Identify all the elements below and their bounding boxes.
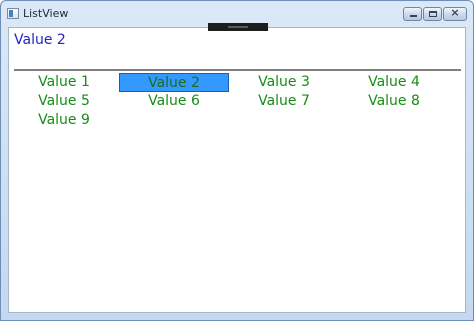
list-item[interactable]: Value 9 [9, 111, 119, 130]
list-item[interactable]: Value 8 [339, 92, 449, 111]
list-item[interactable]: Value 1 [9, 73, 119, 92]
list-item[interactable]: Value 5 [9, 92, 119, 111]
minimize-icon [410, 15, 417, 17]
separator-line [14, 69, 461, 71]
close-icon: × [450, 6, 460, 19]
list-item[interactable]: Value 6 [119, 92, 229, 111]
maximize-button[interactable] [423, 7, 442, 21]
caption-buttons: × [403, 6, 467, 21]
list-item[interactable]: Value 7 [229, 92, 339, 111]
selected-value-text: Value 2 [14, 32, 66, 48]
client-area: Value 2 Value 1 Value 2 Value 3 Value 4 Valu… [8, 23, 466, 313]
close-button[interactable]: × [443, 6, 467, 21]
list-item[interactable]: Value 4 [339, 73, 449, 92]
debug-toolbar-handle[interactable] [208, 23, 268, 31]
list-item[interactable]: Value 3 [229, 73, 339, 92]
window-app-icon [7, 8, 19, 19]
list-item[interactable]: Value 2 [119, 73, 229, 92]
application-window: ListView × Value 2 Value 1 Value 2 Value 3… [0, 0, 474, 321]
maximize-icon [429, 11, 437, 17]
window-title: ListView [23, 7, 69, 20]
minimize-button[interactable] [403, 7, 422, 21]
